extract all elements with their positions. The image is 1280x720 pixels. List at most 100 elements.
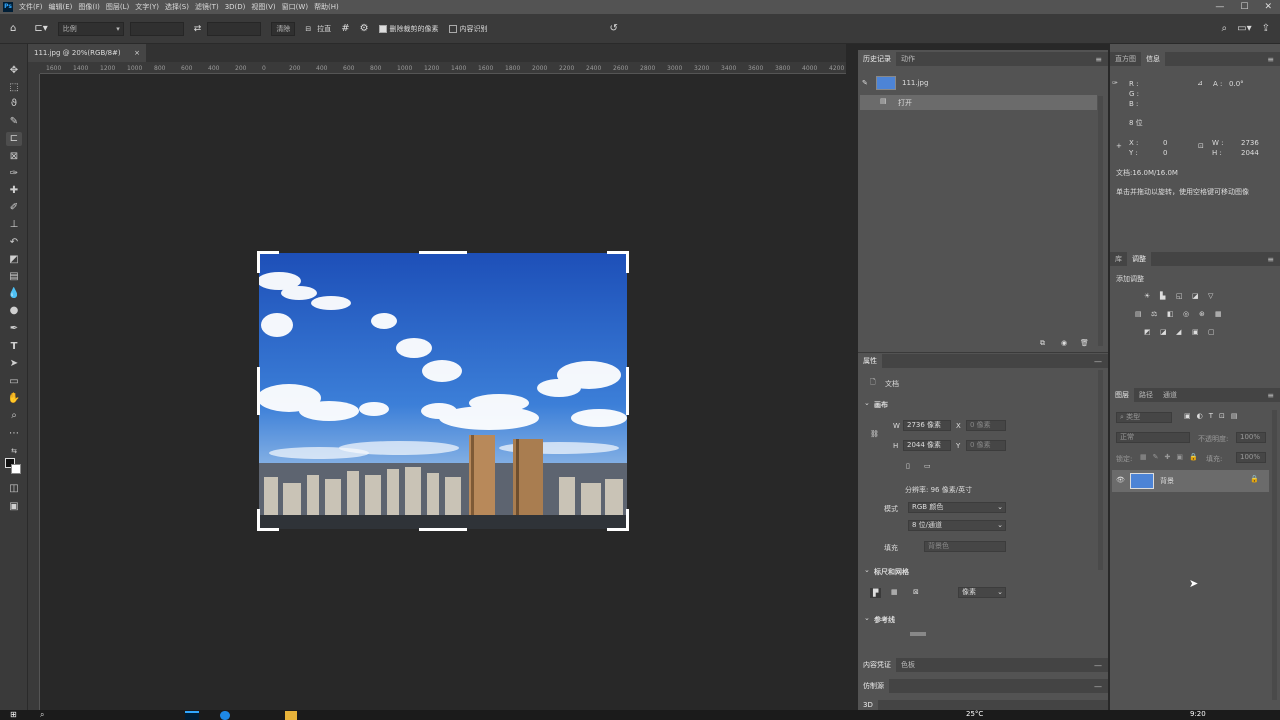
clock-time[interactable]: 9:20 [1190,710,1206,718]
menu-window[interactable]: 窗口(W) [282,2,308,12]
vertical-ruler[interactable] [28,74,40,710]
quick-select-tool-icon[interactable]: ✎ [6,115,22,129]
properties-collapse-icon[interactable]: — [1094,357,1102,366]
delete-cropped-checkbox[interactable]: 删除裁剪的像素 [378,24,439,34]
crop-tool-preset-icon[interactable]: ⊏▾ [34,23,47,34]
crop-tool-icon[interactable]: ⊏ [6,132,22,146]
tab-info[interactable]: 信息 [1141,52,1165,66]
threshold-icon[interactable]: ◢ [1176,328,1181,336]
crop-handle-top-left[interactable] [257,251,279,254]
workspace-icon[interactable]: ▭▾ [1237,23,1251,34]
collapse-icon[interactable]: — [1094,661,1102,670]
history-snapshot-row[interactable]: ✎ 111.jpg [860,74,1098,94]
menu-3d[interactable]: 3D(D) [225,3,246,11]
type-tool-icon[interactable]: T [6,340,22,354]
document-image[interactable] [257,251,629,531]
properties-scrollbar[interactable] [1098,370,1103,570]
healing-brush-icon[interactable]: ✚ [6,184,22,198]
blend-mode-select[interactable]: 正常 [1116,432,1190,443]
crop-handle-bottom-left-vertical[interactable] [257,509,260,531]
menu-file[interactable]: 文件(F) [19,2,43,12]
canvas-width-input[interactable]: 2736 像素 [903,420,951,431]
crop-handle-left[interactable] [257,367,260,415]
reset-icon[interactable]: ↺ [610,23,618,34]
panel-menu-icon[interactable]: ≡ [1267,391,1274,400]
gradient-map-icon[interactable]: ▣ [1192,328,1199,336]
color-lookup-icon[interactable]: ▦ [1215,310,1222,318]
ruler-origin[interactable] [28,62,40,74]
move-tool-icon[interactable]: ✥ [6,64,22,78]
history-brush-icon[interactable]: ↶ [6,236,22,250]
black-white-icon[interactable]: ◧ [1167,310,1174,318]
panel-menu-icon[interactable]: ≡ [1095,55,1102,64]
crop-handle-right[interactable] [626,367,629,415]
layers-scrollbar[interactable] [1272,410,1277,700]
marquee-tool-icon[interactable]: ⬚ [6,81,22,95]
layer-filter-icons[interactable]: ▣◐T⊡▤ [1184,412,1243,420]
curves-icon[interactable]: ◱ [1176,292,1183,300]
color-mode-select[interactable]: RGB 颜色 ⌄ [908,502,1006,513]
fill-select[interactable]: 背景色 [924,541,1006,552]
tab-content-credentials[interactable]: 内容凭证 [858,658,896,672]
share-icon[interactable]: ⇪ [1262,23,1270,34]
crop-handle-bottom[interactable] [419,528,467,531]
history-brush-source-icon[interactable]: ✎ [862,79,868,87]
start-icon[interactable]: ⊞ [10,710,17,719]
grid-toggle-icon[interactable]: ▦ [891,588,898,596]
dodge-tool-icon[interactable]: ● [6,304,22,318]
brightness-icon[interactable]: ☀ [1144,292,1150,300]
clone-stamp-icon[interactable]: ⊥ [6,218,22,232]
menu-help[interactable]: 帮助(H) [314,2,339,12]
posterize-icon[interactable]: ◪ [1160,328,1167,336]
layer-row-background[interactable]: 👁 背景 🔒 [1112,470,1269,492]
hue-saturation-icon[interactable]: ▤ [1135,310,1142,318]
ratio-select[interactable]: 比例 ▾ [57,21,124,36]
straighten-button[interactable]: ⊟ 拉直 [305,24,331,34]
tab-clone-source[interactable]: 仿制源 [858,679,889,693]
history-state-open[interactable]: ▤ 打开 [860,95,1097,110]
quick-mask-icon[interactable]: ◫ [6,482,22,496]
delete-state-icon[interactable]: 🗑 [1080,339,1089,347]
canvas-section-chevron-icon[interactable]: ⌄ [864,399,870,407]
crop-handle-bottom-right-vertical[interactable] [626,509,629,531]
menu-view[interactable]: 视图(V) [251,2,275,12]
tab-channels[interactable]: 通道 [1158,388,1182,402]
photoshop-taskbar-icon[interactable] [185,711,199,720]
folder-taskbar-icon[interactable] [285,711,297,720]
crop-handle-top-left-vertical[interactable] [257,251,260,273]
layer-filter-select[interactable]: ⌕ 类型 [1116,412,1172,423]
tab-layers[interactable]: 图层 [1110,388,1134,402]
eraser-tool-icon[interactable]: ◩ [6,253,22,267]
landscape-orientation-icon[interactable]: ▭ [924,462,931,470]
menu-type[interactable]: 文字(Y) [135,2,159,12]
tab-swatches[interactable]: 色板 [896,658,920,672]
frame-tool-icon[interactable]: ⊠ [6,150,22,164]
blur-tool-icon[interactable]: 💧 [6,287,22,301]
tab-actions[interactable]: 动作 [896,52,920,66]
close-button[interactable]: ✕ [1264,2,1272,12]
guide-color-swatch[interactable] [910,632,926,636]
search-icon[interactable]: ⌕ [1222,23,1228,34]
crop-handle-bottom-left[interactable] [257,528,279,531]
menu-image[interactable]: 图像(I) [78,2,100,12]
canvas-y-input[interactable]: 0 像素 [966,440,1006,451]
pen-tool-icon[interactable]: ✒ [6,322,22,336]
home-icon[interactable]: ⌂ [10,23,16,34]
screen-mode-icon[interactable]: ▣ [6,500,22,514]
invert-icon[interactable]: ◩ [1144,328,1151,336]
horizontal-ruler[interactable]: 1600 1400 1200 1000 800 600 400 200 0 200 400 600 80… [40,62,846,74]
menu-layer[interactable]: 图层(L) [106,2,129,12]
selective-color-icon[interactable]: ▢ [1208,328,1215,336]
tab-histogram[interactable]: 直方图 [1110,52,1141,66]
browser-taskbar-icon[interactable] [220,711,230,720]
ruler-units-select[interactable]: 像素 ⌄ [958,587,1006,598]
zoom-tool-icon[interactable]: ⌕ [6,409,22,423]
tab-history[interactable]: 历史记录 [858,52,896,66]
width-ratio-input[interactable] [129,21,184,36]
crop-handle-top[interactable] [419,251,467,254]
eyedropper-tool-icon[interactable]: ✑ [6,167,22,181]
rectangle-tool-icon[interactable]: ▭ [6,375,22,389]
swap-colors-icon[interactable]: ⇆ [6,444,22,458]
opacity-input[interactable]: 100% [1236,432,1266,443]
history-scrollbar[interactable] [1098,96,1103,346]
